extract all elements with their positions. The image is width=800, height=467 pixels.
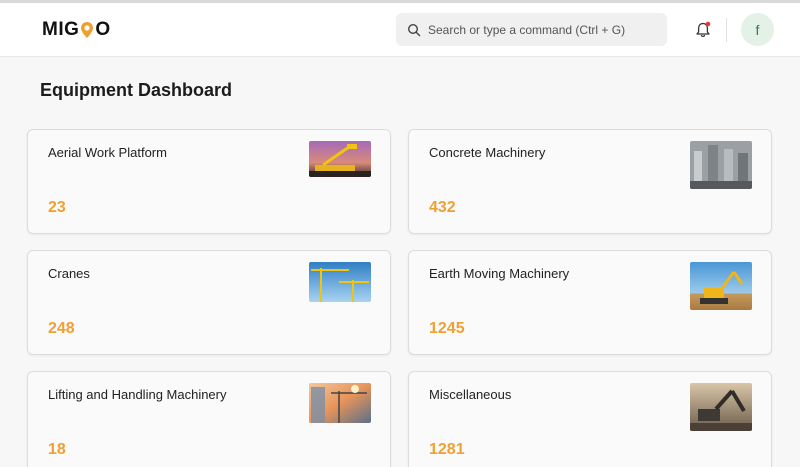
card-name: Cranes bbox=[48, 266, 90, 281]
card-name: Miscellaneous bbox=[429, 387, 512, 402]
concrete-machinery-image bbox=[690, 141, 752, 189]
logo-text: MIG bbox=[42, 19, 80, 40]
card-count: 248 bbox=[48, 320, 75, 337]
header-divider bbox=[726, 18, 727, 42]
equipment-card-aerial-work-platform[interactable]: Aerial Work Platform 23 bbox=[27, 129, 391, 234]
user-avatar[interactable]: f bbox=[741, 13, 774, 46]
card-count: 1245 bbox=[429, 320, 465, 337]
aerial-work-platform-image bbox=[309, 141, 371, 177]
equipment-card-concrete-machinery[interactable]: Concrete Machinery 432 bbox=[408, 129, 772, 234]
card-name: Earth Moving Machinery bbox=[429, 266, 570, 281]
equipment-card-lifting-and-handling-machinery[interactable]: Lifting and Handling Machinery 18 bbox=[27, 371, 391, 467]
top-navbar: MIG O f bbox=[0, 3, 800, 57]
card-count: 18 bbox=[48, 441, 66, 458]
notification-bell-icon[interactable] bbox=[695, 21, 712, 39]
card-count: 1281 bbox=[429, 441, 465, 458]
migoo-logo[interactable]: MIG O bbox=[42, 18, 111, 42]
search-icon bbox=[407, 23, 421, 37]
card-count: 432 bbox=[429, 199, 456, 216]
earth-moving-machinery-image bbox=[690, 262, 752, 310]
logo-text-end: O bbox=[95, 19, 111, 40]
card-count: 23 bbox=[48, 199, 66, 216]
miscellaneous-image bbox=[690, 383, 752, 431]
search-input[interactable] bbox=[428, 22, 658, 37]
equipment-card-cranes[interactable]: Cranes 248 bbox=[27, 250, 391, 355]
cranes-image bbox=[309, 262, 371, 302]
page-title: Equipment Dashboard bbox=[40, 80, 233, 100]
card-name: Lifting and Handling Machinery bbox=[48, 387, 227, 402]
location-pin-icon bbox=[80, 21, 94, 39]
equipment-card-earth-moving-machinery[interactable]: Earth Moving Machinery 1245 bbox=[408, 250, 772, 355]
lifting-handling-image bbox=[309, 383, 371, 423]
avatar-initial: f bbox=[755, 21, 760, 38]
card-name: Aerial Work Platform bbox=[48, 145, 167, 160]
equipment-card-miscellaneous[interactable]: Miscellaneous 1281 bbox=[408, 371, 772, 467]
command-search[interactable] bbox=[396, 13, 667, 46]
card-name: Concrete Machinery bbox=[429, 145, 546, 160]
